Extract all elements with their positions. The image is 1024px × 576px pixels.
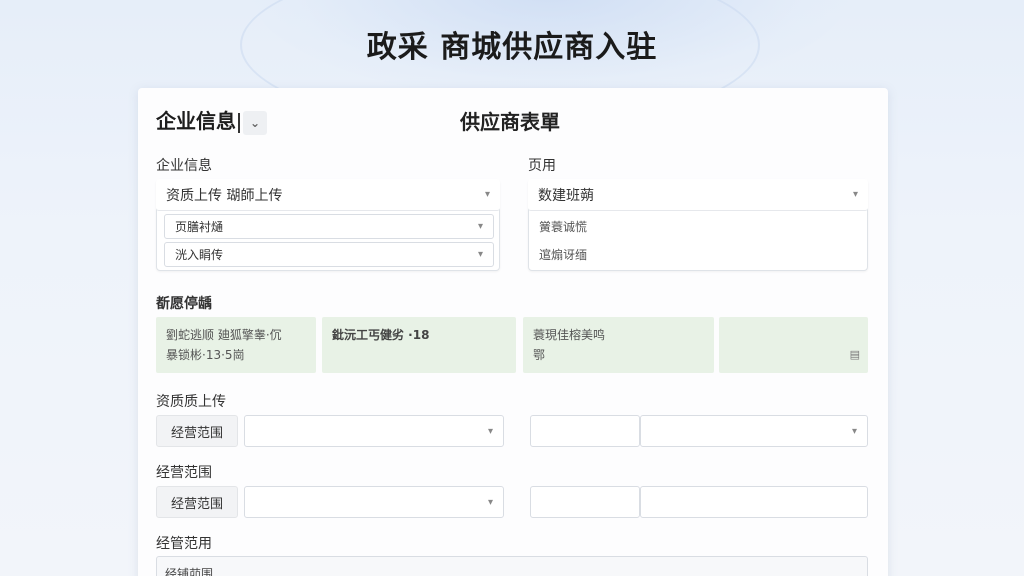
- tertiary-select-value: 洸入睊传: [175, 248, 224, 262]
- caret-down-icon: ▾: [851, 425, 857, 437]
- secondary-select-value: 页膳衬熥: [175, 220, 224, 234]
- section-2-input-b[interactable]: [640, 486, 868, 518]
- notice-box-2: 鈚沅工丐健劣 ·18: [322, 317, 516, 373]
- option-row-1[interactable]: 黉蓑诚慌: [529, 212, 859, 240]
- company-info-header[interactable]: 企业信息 ⌄: [156, 105, 267, 135]
- notice-box-1: 劉蛇逃顺 廸狐擎睾·伔 暴锁彬·13·5崗: [156, 317, 316, 373]
- section-1-input-a[interactable]: [530, 415, 640, 447]
- option-row-1-text: 黉蓑诚慌: [539, 219, 588, 234]
- data-type-select[interactable]: 数建班蒴 ▾: [528, 179, 868, 211]
- option-row-2-text: 逭煽讶缅: [539, 247, 588, 262]
- page-title: 政采 商城供应商入驻: [366, 30, 658, 65]
- caret-down-icon: ▾: [852, 189, 858, 200]
- caret-down-icon: ▾: [487, 425, 493, 437]
- section-2-input-a[interactable]: [530, 486, 640, 518]
- business-scope-tag-1[interactable]: 经营范围: [156, 415, 238, 447]
- cursor-separator: [238, 112, 240, 133]
- data-type-value: 数建班蒴: [538, 187, 594, 204]
- business-scope-tag-2[interactable]: 经营范围: [156, 486, 238, 518]
- section-1-label: 资质质上传: [156, 394, 226, 410]
- notice-box-2-line-1: 鈚沅工丐健劣 ·18: [332, 328, 430, 342]
- document-icon[interactable]: ▤: [850, 345, 860, 365]
- section-3-field-value: 经铺茆围: [165, 567, 214, 576]
- caret-down-icon: ▾: [484, 189, 490, 200]
- caret-down-icon: ▾: [477, 249, 483, 260]
- section-1-select-b[interactable]: ▾: [640, 415, 868, 447]
- notice-box-3-line-2: 鄂: [533, 348, 546, 362]
- secondary-select[interactable]: 页膳衬熥 ▾: [164, 214, 494, 239]
- notice-box-3-line-1: 蓑現佳榕美鸣: [533, 328, 606, 342]
- notice-section-label: 斱愿停龋: [156, 296, 212, 312]
- caret-down-icon: ▾: [487, 496, 493, 508]
- caret-down-icon: ▾: [477, 221, 483, 232]
- notice-box-3: 蓑現佳榕美鸣 鄂: [523, 317, 714, 373]
- form-title: 供应商表單: [460, 110, 560, 134]
- right-select-group: 数建班蒴 ▾ 黉蓑诚慌 逭煽讶缅: [528, 179, 868, 271]
- qualification-upload-value: 资质上传 瑚師上传: [166, 187, 283, 204]
- chevron-down-icon[interactable]: ⌄: [243, 110, 267, 135]
- section-3-label: 经管范用: [156, 536, 212, 552]
- supplier-form-card: 企业信息 ⌄ 供应商表單 企业信息 资质上传 瑚師上传 ▾ 页膳衬熥 ▾ 洸入睊传…: [138, 88, 888, 576]
- notice-box-4: ▤: [719, 317, 868, 373]
- section-2-select[interactable]: ▾: [244, 486, 504, 518]
- qualification-upload-select[interactable]: 资质上传 瑚師上传 ▾: [156, 179, 500, 211]
- company-info-title: 企业信息: [156, 109, 236, 133]
- notice-box-1-line-2: 暴锁彬·13·5崗: [166, 348, 245, 362]
- option-row-2[interactable]: 逭煽讶缅: [529, 240, 859, 268]
- notice-box-1-line-1: 劉蛇逃顺 廸狐擎睾·伔: [166, 328, 282, 342]
- section-2-label: 经营范围: [156, 465, 212, 481]
- section-1-select[interactable]: ▾: [244, 415, 504, 447]
- tertiary-select[interactable]: 洸入睊传 ▾: [164, 242, 494, 267]
- left-group-label: 企业信息: [156, 158, 212, 174]
- right-group-label: 页用: [528, 158, 556, 174]
- left-select-group: 资质上传 瑚師上传 ▾ 页膳衬熥 ▾ 洸入睊传 ▾: [156, 179, 500, 271]
- section-3-field[interactable]: 经铺茆围: [156, 556, 868, 576]
